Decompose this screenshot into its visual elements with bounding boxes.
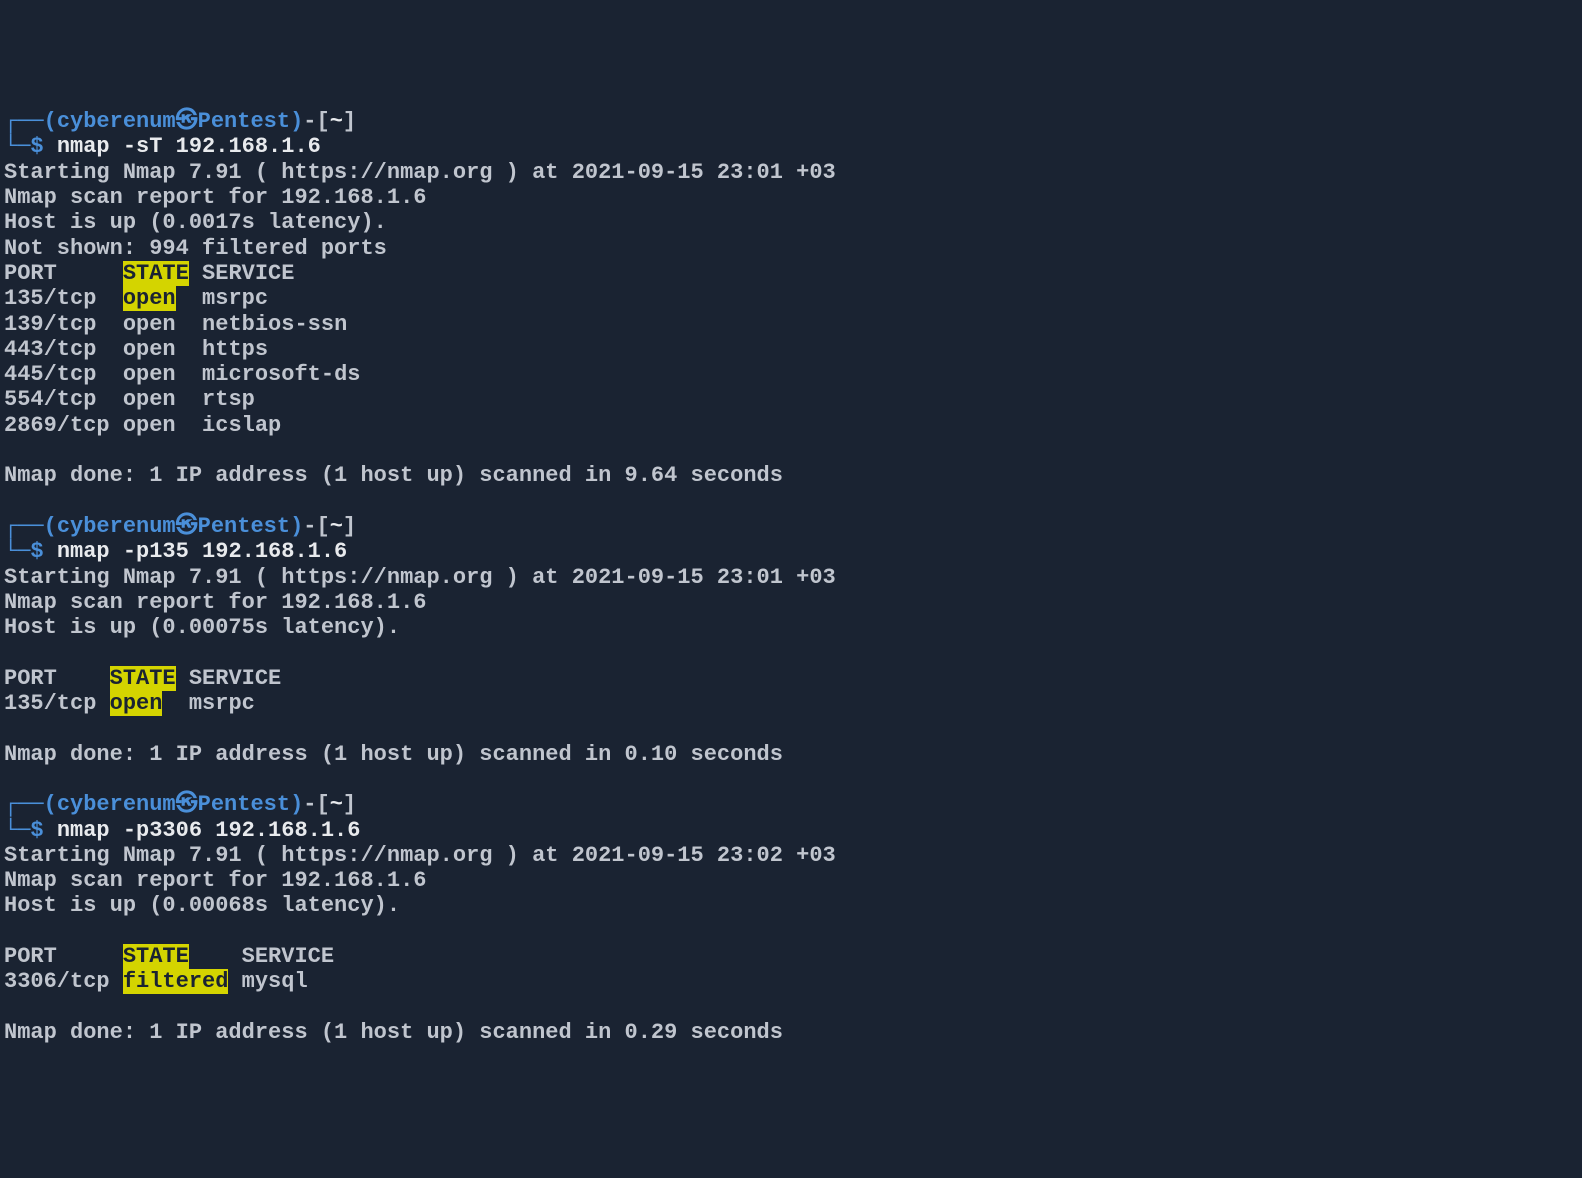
nmap-row-service: microsoft-ds xyxy=(176,362,361,387)
nmap-starting: Starting Nmap 7.91 ( https://nmap.org ) … xyxy=(4,565,836,590)
prompt-box-top: ┌── xyxy=(4,514,44,539)
nmap-header-port: PORT xyxy=(4,666,110,691)
nmap-row-state: open xyxy=(123,387,176,412)
nmap-row-service: msrpc xyxy=(176,286,268,311)
command-input[interactable]: nmap -p3306 192.168.1.6 xyxy=(57,818,361,843)
nmap-row-port: 3306/tcp xyxy=(4,969,123,994)
nmap-header-service: SERVICE xyxy=(189,944,334,969)
prompt-line-top: ┌──(cyberenum㉿Pentest)-[~] xyxy=(4,109,1578,134)
prompt-line-top: ┌──(cyberenum㉿Pentest)-[~] xyxy=(4,514,1578,539)
nmap-starting: Starting Nmap 7.91 ( https://nmap.org ) … xyxy=(4,160,836,185)
prompt-paren-close: ) xyxy=(290,514,303,539)
nmap-report: Nmap scan report for 192.168.1.6 xyxy=(4,185,426,210)
prompt-box-bottom: └─ xyxy=(4,134,30,159)
prompt-dash: - xyxy=(303,514,316,539)
nmap-row-state: open xyxy=(123,286,176,311)
nmap-header-port: PORT xyxy=(4,944,123,969)
terminal-window[interactable]: ┌──(cyberenum㉿Pentest)-[~]└─$ nmap -sT 1… xyxy=(4,109,1578,1045)
command-input[interactable]: nmap -sT 192.168.1.6 xyxy=(57,134,321,159)
nmap-row-state: open xyxy=(110,691,163,716)
nmap-row-state: open xyxy=(123,362,176,387)
nmap-row-service: rtsp xyxy=(176,387,255,412)
prompt-box-bottom: └─ xyxy=(4,539,30,564)
nmap-row-port: 2869/tcp xyxy=(4,413,123,438)
prompt-line-bottom: └─$ nmap -sT 192.168.1.6 xyxy=(4,134,1578,159)
nmap-row-service: netbios-ssn xyxy=(176,312,348,337)
prompt-paren-close: ) xyxy=(290,792,303,817)
nmap-row-service: msrpc xyxy=(162,691,254,716)
nmap-row-state: filtered xyxy=(123,969,229,994)
prompt-box-top: ┌── xyxy=(4,109,44,134)
nmap-row-state: open xyxy=(123,413,176,438)
nmap-header-state: STATE xyxy=(123,261,189,286)
nmap-done: Nmap done: 1 IP address (1 host up) scan… xyxy=(4,463,783,488)
nmap-row-port: 135/tcp xyxy=(4,286,123,311)
prompt-bracket-open: [ xyxy=(316,792,329,817)
nmap-row-port: 554/tcp xyxy=(4,387,123,412)
nmap-row-state: open xyxy=(123,312,176,337)
prompt-at: ㉿ xyxy=(176,109,198,134)
prompt-at: ㉿ xyxy=(176,514,198,539)
nmap-row-service: icslap xyxy=(176,413,282,438)
prompt-box-top: ┌── xyxy=(4,792,44,817)
prompt-line-bottom: └─$ nmap -p135 192.168.1.6 xyxy=(4,539,1578,564)
nmap-report: Nmap scan report for 192.168.1.6 xyxy=(4,590,426,615)
prompt-cwd: ~ xyxy=(330,109,343,134)
prompt-bracket-close: ] xyxy=(343,514,356,539)
prompt-cwd: ~ xyxy=(330,792,343,817)
prompt-user: cyberenum xyxy=(57,109,176,134)
prompt-bracket-close: ] xyxy=(343,109,356,134)
prompt-line-bottom: └─$ nmap -p3306 192.168.1.6 xyxy=(4,818,1578,843)
prompt-bracket-close: ] xyxy=(343,792,356,817)
nmap-hostup: Host is up (0.00068s latency). xyxy=(4,893,400,918)
prompt-dollar: $ xyxy=(30,134,43,159)
prompt-paren-open: ( xyxy=(44,514,57,539)
nmap-notshown: Not shown: 994 filtered ports xyxy=(4,236,387,261)
nmap-row-state: open xyxy=(123,337,176,362)
nmap-header-service: SERVICE xyxy=(189,261,295,286)
nmap-header-state: STATE xyxy=(110,666,176,691)
nmap-done: Nmap done: 1 IP address (1 host up) scan… xyxy=(4,742,783,767)
prompt-host: Pentest xyxy=(198,792,290,817)
nmap-hostup: Host is up (0.00075s latency). xyxy=(4,615,400,640)
prompt-host: Pentest xyxy=(198,109,290,134)
nmap-header-state: STATE xyxy=(123,944,189,969)
nmap-header-port: PORT xyxy=(4,261,123,286)
prompt-bracket-open: [ xyxy=(316,109,329,134)
prompt-paren-open: ( xyxy=(44,109,57,134)
prompt-user: cyberenum xyxy=(57,514,176,539)
prompt-dollar: $ xyxy=(30,539,43,564)
prompt-dash: - xyxy=(303,792,316,817)
nmap-row-port: 443/tcp xyxy=(4,337,123,362)
prompt-cwd: ~ xyxy=(330,514,343,539)
prompt-dollar: $ xyxy=(30,818,43,843)
prompt-dash: - xyxy=(303,109,316,134)
nmap-starting: Starting Nmap 7.91 ( https://nmap.org ) … xyxy=(4,843,836,868)
nmap-report: Nmap scan report for 192.168.1.6 xyxy=(4,868,426,893)
prompt-box-bottom: └─ xyxy=(4,818,30,843)
prompt-bracket-open: [ xyxy=(316,514,329,539)
nmap-row-port: 135/tcp xyxy=(4,691,110,716)
command-input[interactable]: nmap -p135 192.168.1.6 xyxy=(57,539,347,564)
prompt-paren-open: ( xyxy=(44,792,57,817)
nmap-row-port: 445/tcp xyxy=(4,362,123,387)
nmap-done: Nmap done: 1 IP address (1 host up) scan… xyxy=(4,1020,783,1045)
prompt-line-top: ┌──(cyberenum㉿Pentest)-[~] xyxy=(4,792,1578,817)
prompt-at: ㉿ xyxy=(176,792,198,817)
prompt-host: Pentest xyxy=(198,514,290,539)
nmap-hostup: Host is up (0.0017s latency). xyxy=(4,210,387,235)
nmap-row-service: https xyxy=(176,337,268,362)
prompt-user: cyberenum xyxy=(57,792,176,817)
nmap-header-service: SERVICE xyxy=(176,666,282,691)
prompt-paren-close: ) xyxy=(290,109,303,134)
nmap-row-port: 139/tcp xyxy=(4,312,123,337)
nmap-row-service: mysql xyxy=(228,969,307,994)
